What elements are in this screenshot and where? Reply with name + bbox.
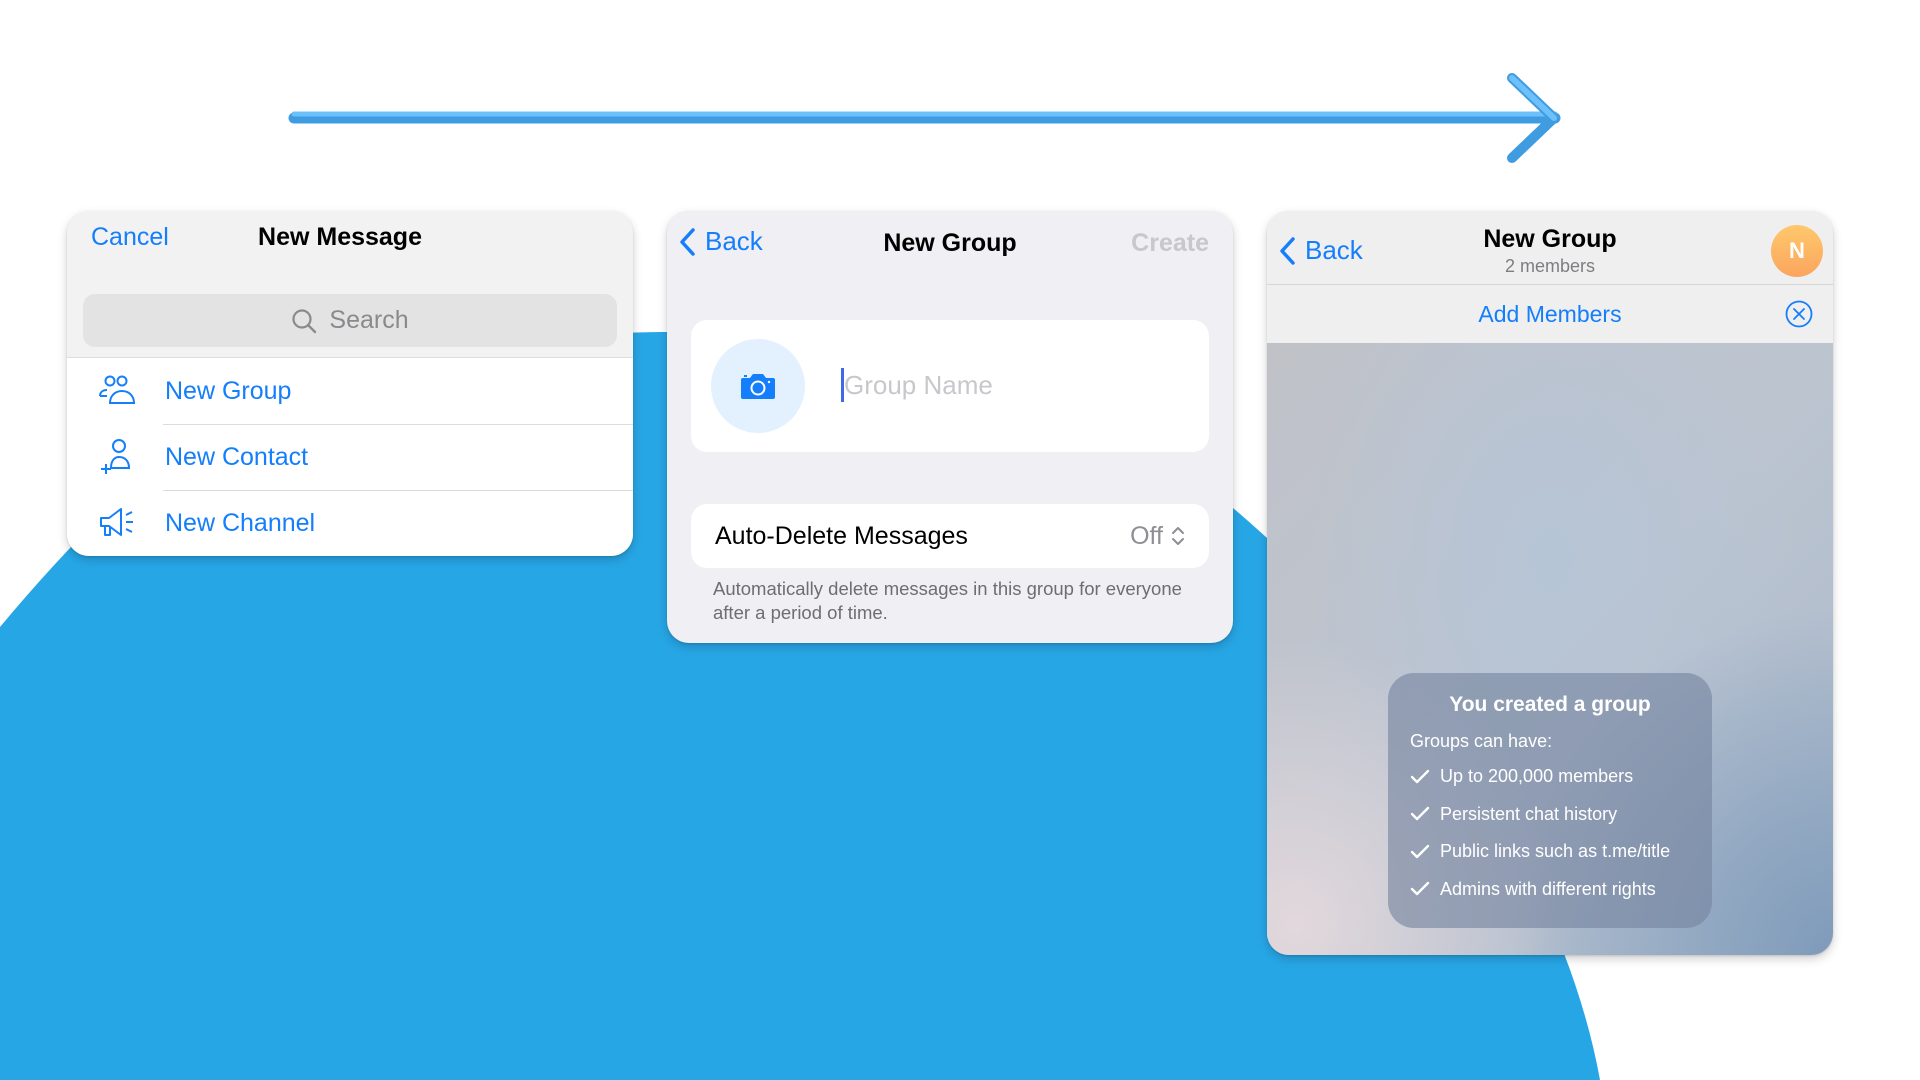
feature-text: Up to 200,000 members [1440,766,1634,787]
group-icon [95,373,139,409]
search-icon [292,308,317,333]
chevron-up-down-icon [1172,527,1184,545]
auto-delete-value: Off [1130,521,1163,550]
feature-text: Persistent chat history [1440,803,1618,824]
add-members-bar: Add Members [1267,285,1833,343]
menu-item-label: New Contact [165,442,309,471]
flow-arrow-icon [288,73,1561,163]
auto-delete-row[interactable]: Auto-Delete Messages Off [691,504,1209,568]
add-contact-icon [95,439,139,475]
megaphone-icon [95,505,139,541]
service-title: You created a group [1449,693,1651,716]
chat-title-block[interactable]: New Group 2 members [1267,225,1833,277]
menu-item-label: New Channel [165,508,316,537]
feature-item: Admins with different rights [1410,871,1712,909]
group-chat-nav: Back New Group 2 members N [1267,211,1833,285]
menu-item-new-group[interactable]: New Group [67,358,633,424]
new-message-panel: Cancel New Message Search New Group New … [67,211,633,556]
chat-title: New Group [1483,225,1617,253]
feature-list: Up to 200,000 members Persistent chat hi… [1410,758,1712,908]
new-message-header: Cancel New Message [67,211,633,286]
feature-item: Persistent chat history [1410,796,1712,834]
auto-delete-footnote: Automatically delete messages in this gr… [713,578,1182,623]
close-circle-icon[interactable] [1785,300,1813,328]
search-placeholder: Search [329,306,409,334]
create-button[interactable]: Create [1131,229,1209,258]
add-members-button[interactable]: Add Members [1478,301,1621,328]
group-created-message: You created a group Groups can have: Up … [1388,673,1712,928]
auto-delete-select[interactable]: Off [1130,522,1185,551]
new-group-panel: Back New Group Create Group Name Auto-De… [667,211,1233,643]
group-chat-panel: Back New Group 2 members N Add Members Y… [1267,211,1833,955]
camera-icon [741,374,775,399]
group-name-placeholder: Group Name [844,369,993,400]
member-count: 2 members [1504,256,1596,276]
feature-item: Up to 200,000 members [1410,758,1712,796]
service-intro: Groups can have: [1410,731,1553,751]
feature-item: Public links such as t.me/title [1410,833,1712,871]
menu-item-new-contact[interactable]: New Contact [67,424,633,490]
auto-delete-label: Auto-Delete Messages [715,521,968,550]
checkmark-icon [1410,844,1430,858]
menu-item-label: New Group [165,376,292,405]
menu-item-new-channel[interactable]: New Channel [67,490,633,556]
checkmark-icon [1410,769,1430,783]
group-avatar[interactable]: N [1771,225,1823,277]
checkmark-icon [1410,807,1430,821]
feature-text: Public links such as t.me/title [1440,841,1671,862]
new-group-nav: Back New Group Create [667,211,1233,279]
group-name-card: Group Name [691,320,1209,452]
page-title: New Message [258,223,422,251]
search-input[interactable]: Search [83,294,617,347]
new-message-menu: New Group New Contact New Channel [67,357,633,556]
feature-text: Admins with different rights [1440,878,1656,899]
group-name-input[interactable]: Group Name [841,360,1189,410]
set-photo-button[interactable] [711,339,805,433]
checkmark-icon [1410,882,1430,896]
